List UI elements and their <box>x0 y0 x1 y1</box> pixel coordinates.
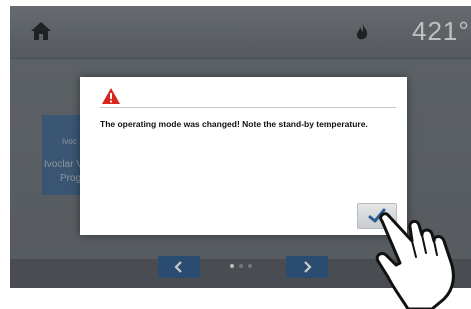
dialog-divider <box>100 107 396 108</box>
mode-changed-dialog: The operating mode was changed! Note the… <box>80 77 407 235</box>
dialog-message: The operating mode was changed! Note the… <box>100 119 368 129</box>
warning-triangle-icon <box>102 88 120 104</box>
pointing-hand-icon <box>375 212 455 309</box>
